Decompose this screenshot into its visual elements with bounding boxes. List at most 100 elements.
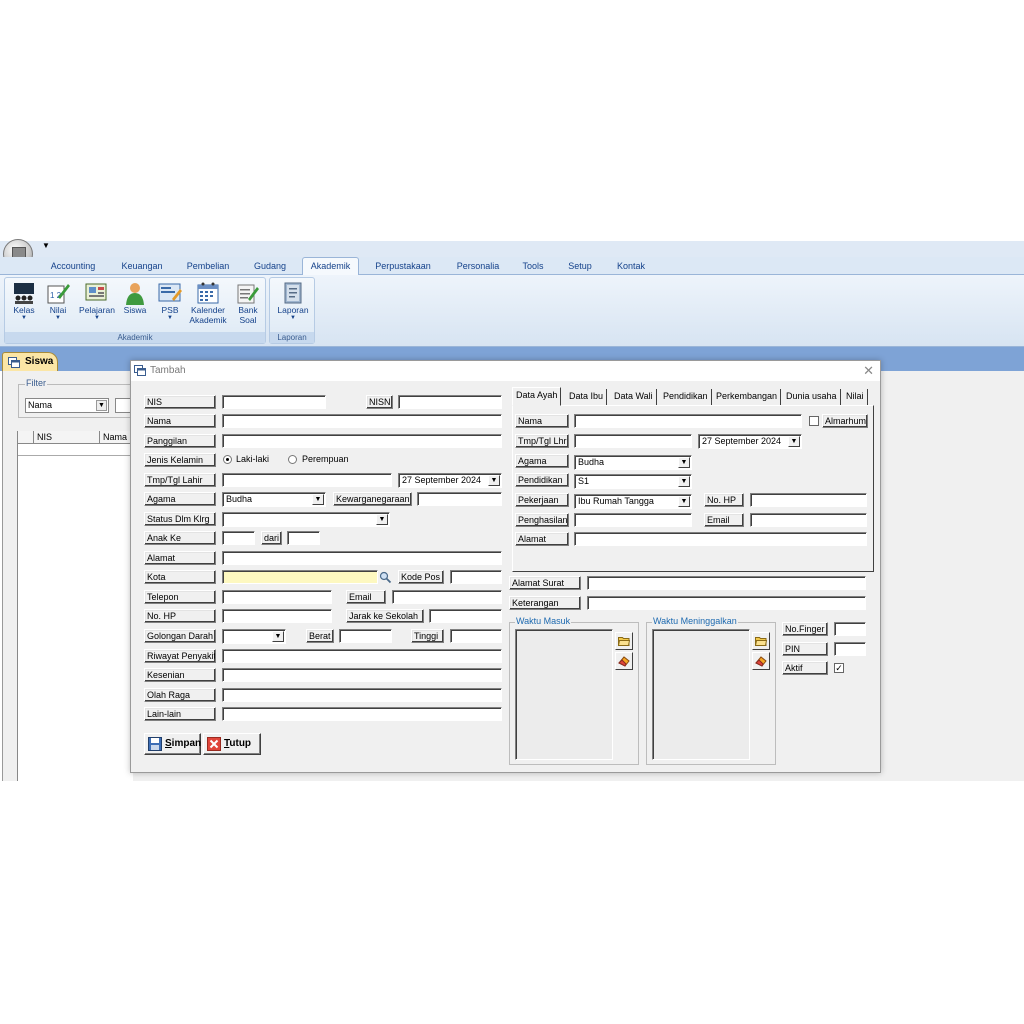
tab-data-ayah[interactable]: Data Ayah bbox=[512, 387, 562, 406]
filter-field-value: Nama bbox=[28, 400, 53, 410]
tab-dunia-usaha[interactable]: Dunia usaha bbox=[783, 389, 841, 405]
bank-soal-button[interactable]: Bank Soal bbox=[234, 280, 262, 332]
waktu-masuk-list[interactable] bbox=[515, 629, 613, 760]
nisn-input[interactable] bbox=[398, 395, 502, 409]
chevron-down-icon[interactable]: ▼ bbox=[678, 496, 690, 507]
ayah-penghasilan-input[interactable] bbox=[574, 513, 692, 527]
laporan-button[interactable]: Laporan ▼ bbox=[277, 280, 309, 332]
laki-laki-radio[interactable] bbox=[223, 455, 232, 464]
telepon-input[interactable] bbox=[222, 590, 332, 604]
pin-input[interactable] bbox=[834, 642, 866, 656]
classroom-icon bbox=[14, 283, 34, 304]
tab-keuangan[interactable]: Keuangan bbox=[114, 260, 170, 274]
ayah-pendidikan-value: S1 bbox=[578, 476, 590, 486]
tab-accounting[interactable]: Accounting bbox=[44, 260, 102, 274]
chevron-down-icon[interactable]: ▼ bbox=[678, 476, 690, 487]
tab-nilai[interactable]: Nilai bbox=[843, 389, 868, 405]
chevron-down-icon[interactable]: ▼ bbox=[312, 494, 324, 505]
alamat-surat-input[interactable] bbox=[587, 576, 866, 590]
tab-pendidikan[interactable]: Pendidikan bbox=[660, 389, 712, 405]
jarak-input[interactable] bbox=[429, 609, 502, 623]
clear-button[interactable] bbox=[615, 652, 633, 670]
ayah-pendidikan-select[interactable]: S1 ▼ bbox=[574, 474, 692, 489]
open-folder-button[interactable] bbox=[615, 632, 633, 650]
email-input[interactable] bbox=[392, 590, 502, 604]
filter-field-select[interactable]: Nama ▼ bbox=[25, 398, 109, 413]
psb-button[interactable]: PSB ▼ bbox=[156, 280, 184, 332]
tab-akademik[interactable]: Akademik bbox=[302, 257, 359, 276]
kewarganegaraan-input[interactable] bbox=[417, 492, 502, 506]
nama-input[interactable] bbox=[222, 414, 502, 428]
ayah-tanggal-lahir-picker[interactable]: 27 September 2024 ▼ bbox=[698, 434, 802, 449]
ayah-no-hp-input[interactable] bbox=[750, 493, 867, 507]
ribbon-group-label-laporan: Laporan bbox=[270, 332, 314, 343]
email-label: Email bbox=[346, 590, 386, 604]
tinggi-input[interactable] bbox=[450, 629, 502, 643]
grid-header-nis[interactable]: NIS bbox=[34, 431, 100, 444]
tab-perpustakaan[interactable]: Perpustakaan bbox=[368, 260, 438, 274]
clear-button[interactable] bbox=[752, 652, 770, 670]
tab-personalia[interactable]: Personalia bbox=[448, 260, 508, 274]
keterangan-input[interactable] bbox=[587, 596, 866, 610]
kelas-button[interactable]: Kelas ▼ bbox=[10, 280, 38, 332]
ayah-nama-input[interactable] bbox=[574, 414, 802, 428]
status-keluarga-select[interactable]: ▼ bbox=[222, 512, 390, 527]
olah-raga-input[interactable] bbox=[222, 688, 502, 702]
no-finger-input[interactable] bbox=[834, 622, 866, 636]
alamat-input[interactable] bbox=[222, 551, 502, 565]
ayah-email-input[interactable] bbox=[750, 513, 867, 527]
aktif-checkbox[interactable]: ✓ bbox=[834, 663, 844, 673]
grid-header-nama[interactable]: Nama bbox=[100, 431, 134, 444]
quick-access-dropdown-icon[interactable]: ▼ bbox=[42, 241, 50, 250]
pelajaran-button[interactable]: Pelajaran ▼ bbox=[79, 280, 115, 332]
open-folder-button[interactable] bbox=[752, 632, 770, 650]
no-hp-input[interactable] bbox=[222, 609, 332, 623]
chevron-down-icon[interactable]: ▼ bbox=[376, 514, 388, 525]
jumlah-saudara-input[interactable] bbox=[287, 531, 320, 545]
waktu-meninggalkan-list[interactable] bbox=[652, 629, 750, 760]
chevron-down-icon[interactable]: ▼ bbox=[788, 436, 800, 447]
golongan-darah-select[interactable]: ▼ bbox=[222, 629, 286, 644]
tab-perkembangan[interactable]: Perkembangan bbox=[713, 389, 782, 405]
ayah-alamat-input[interactable] bbox=[574, 532, 867, 546]
tutup-button[interactable]: Tutup bbox=[203, 733, 261, 755]
perempuan-radio[interactable] bbox=[288, 455, 297, 464]
chevron-down-icon[interactable]: ▼ bbox=[96, 400, 107, 411]
berat-input[interactable] bbox=[339, 629, 392, 643]
kota-input[interactable] bbox=[222, 570, 378, 584]
ayah-agama-select[interactable]: Budha ▼ bbox=[574, 455, 692, 470]
nilai-button[interactable]: 1 2 Nilai ▼ bbox=[44, 280, 72, 332]
lain-lain-input[interactable] bbox=[222, 707, 502, 721]
ayah-tempat-lahir-input[interactable] bbox=[574, 434, 692, 448]
kesenian-input[interactable] bbox=[222, 668, 502, 682]
siswa-button[interactable]: Siswa bbox=[121, 280, 149, 332]
tanggal-lahir-picker[interactable]: 27 September 2024 ▼ bbox=[398, 473, 502, 488]
tab-data-ibu[interactable]: Data Ibu bbox=[566, 389, 608, 405]
ayah-pekerjaan-select[interactable]: Ibu Rumah Tangga ▼ bbox=[574, 494, 692, 509]
panggilan-input[interactable] bbox=[222, 434, 502, 448]
alamat-surat-label: Alamat Surat bbox=[509, 576, 581, 590]
anak-ke-input[interactable] bbox=[222, 531, 255, 545]
search-icon[interactable] bbox=[379, 571, 392, 584]
almarhum-checkbox[interactable] bbox=[809, 416, 819, 426]
nis-input[interactable] bbox=[222, 395, 326, 409]
chevron-down-icon[interactable]: ▼ bbox=[272, 631, 284, 642]
tab-data-wali[interactable]: Data Wali bbox=[611, 389, 657, 405]
kode-pos-input[interactable] bbox=[450, 570, 502, 584]
tab-kontak[interactable]: Kontak bbox=[610, 260, 652, 274]
tempat-lahir-input[interactable] bbox=[222, 473, 392, 487]
chevron-down-icon[interactable]: ▼ bbox=[678, 457, 690, 468]
tab-siswa[interactable]: Siswa bbox=[2, 352, 58, 372]
tab-setup[interactable]: Setup bbox=[562, 260, 598, 274]
close-icon[interactable]: ✕ bbox=[863, 363, 874, 379]
chevron-down-icon[interactable]: ▼ bbox=[488, 475, 500, 486]
simpan-button[interactable]: Simpan bbox=[144, 733, 201, 755]
filter-value-input[interactable] bbox=[115, 398, 131, 413]
table-row[interactable] bbox=[18, 444, 134, 456]
kalender-akademik-button[interactable]: Kalender Akademik bbox=[189, 280, 227, 332]
tab-tools[interactable]: Tools bbox=[516, 260, 550, 274]
tab-gudang[interactable]: Gudang bbox=[246, 260, 294, 274]
tab-pembelian[interactable]: Pembelian bbox=[180, 260, 236, 274]
agama-select[interactable]: Budha ▼ bbox=[222, 492, 326, 507]
riwayat-penyakit-input[interactable] bbox=[222, 649, 502, 663]
